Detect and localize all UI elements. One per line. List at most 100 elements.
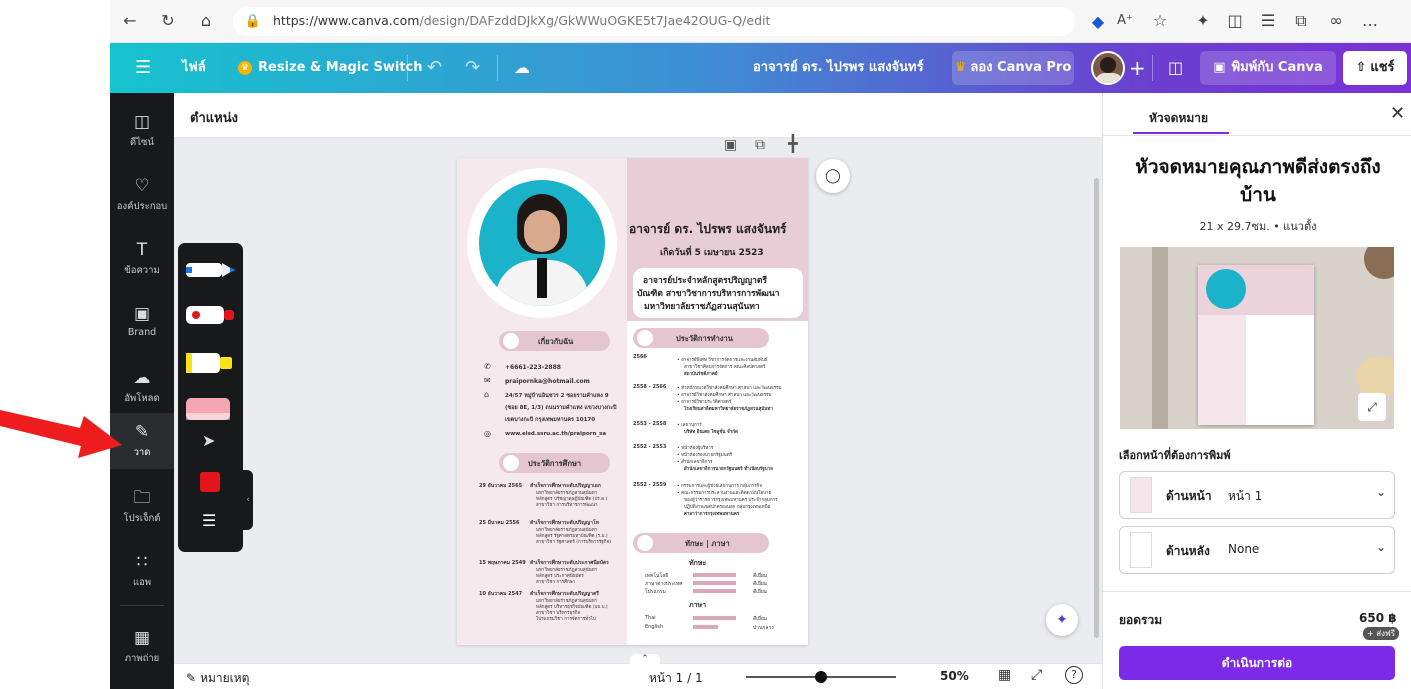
shapes-icon: ♡ bbox=[134, 176, 150, 196]
share-button[interactable]: ⇧ แชร์ bbox=[1343, 51, 1407, 85]
draw-tools-svg bbox=[186, 263, 236, 420]
edu-date: 15 พฤษภาคม 2549 bbox=[479, 560, 526, 566]
copilot-icon[interactable]: ∞ bbox=[1326, 11, 1346, 31]
zoom-percent[interactable]: 50% bbox=[940, 669, 969, 683]
grid-view-icon[interactable]: ▦ bbox=[998, 667, 1011, 683]
pen-tool-icon[interactable] bbox=[186, 263, 236, 277]
comment-add-icon[interactable]: ◯ bbox=[816, 159, 850, 193]
design-title[interactable]: อาจารย์ ดร. ไปรพร แสงจันทร์ bbox=[753, 43, 924, 93]
home-icon[interactable]: ⌂ bbox=[196, 11, 216, 31]
work-line: • คณะกรรมการประสานงานและติดตามนโยบาย bbox=[677, 491, 772, 496]
resume-page[interactable]: อาจารย์ ดร. ไปรพร แสงจันทร์ เกิดวันที่ 5… bbox=[457, 158, 808, 645]
sidebar-item-design[interactable]: ◫ ดีไซน์ bbox=[110, 101, 174, 165]
language-level-bar bbox=[693, 616, 736, 620]
back-label: ด้านหลัง bbox=[1166, 544, 1210, 558]
resize-magic-switch-button[interactable]: ♛ Resize & Magic Switch bbox=[238, 43, 423, 93]
work-line: ศาลาว่าการกรุงเทพมหานคร bbox=[684, 512, 740, 517]
more-menu-icon[interactable]: … bbox=[1360, 11, 1380, 31]
vertical-scrollbar[interactable] bbox=[1094, 178, 1099, 638]
url-path: /design/DAFzddDJkXg/GkWWuOGKE5t7Jae42OUG… bbox=[419, 13, 771, 28]
file-menu[interactable]: ไฟล์ bbox=[182, 43, 206, 93]
work-line: บริษัท อินเตอ ไซลูชั่น จำกัด bbox=[684, 430, 738, 435]
reload-icon[interactable]: ↻ bbox=[158, 11, 178, 31]
diamond-icon[interactable]: ◆ bbox=[1088, 12, 1108, 32]
skill-name: โปรแกรม bbox=[645, 589, 666, 595]
back-page-select[interactable]: ด้านหลัง None ⌄ bbox=[1119, 526, 1395, 574]
highlighter-tool-icon[interactable] bbox=[186, 353, 232, 373]
split-screen-icon[interactable]: ◫ bbox=[1225, 11, 1245, 31]
skill-level: ดีเยี่ยม bbox=[753, 573, 768, 579]
notes-button[interactable]: ✎ หมายเหตุ bbox=[186, 669, 249, 688]
work-line: สถาบันรัชต์ภาคย์ bbox=[684, 372, 718, 377]
product-preview-image bbox=[1120, 247, 1394, 429]
eraser-tool-icon[interactable] bbox=[186, 398, 230, 420]
skills-subheading: ทักษะ bbox=[689, 559, 707, 567]
select-arrow-icon[interactable]: ➤ bbox=[202, 431, 215, 450]
phone-text: +6661-223-2888 bbox=[505, 364, 561, 371]
briefcase-icon bbox=[637, 330, 653, 346]
sidebar-item-elements[interactable]: ♡ องค์ประกอบ bbox=[110, 165, 174, 229]
help-icon[interactable]: ? bbox=[1065, 666, 1083, 684]
extension-icon[interactable]: ✦ bbox=[1193, 11, 1213, 31]
duplicate-page-icon[interactable]: ⧉ bbox=[755, 137, 765, 153]
text-icon: T bbox=[136, 240, 148, 260]
lock-icon[interactable]: 🔒 bbox=[243, 12, 263, 32]
back-arrow-icon[interactable]: ← bbox=[120, 11, 140, 31]
hamburger-menu-icon[interactable]: ☰ bbox=[135, 43, 151, 93]
redo-icon[interactable]: ↷ bbox=[465, 43, 480, 93]
favorite-star-icon[interactable]: ☆ bbox=[1150, 11, 1170, 31]
page-indicator[interactable]: หน้า 1 / 1 bbox=[649, 669, 703, 688]
expand-preview-icon[interactable]: ⤢ bbox=[1358, 393, 1386, 421]
crown-icon: ♛ bbox=[238, 60, 252, 75]
tab-letterhead[interactable]: หัวจดหมาย bbox=[1149, 109, 1208, 128]
draw-pen-icon: ✎ bbox=[134, 422, 150, 442]
close-icon[interactable]: ✕ bbox=[1390, 103, 1405, 124]
print-with-canva-button[interactable]: ▣ พิมพ์กับ Canva bbox=[1200, 51, 1336, 85]
sidebar-item-projects[interactable]: 🗀 โปรเจ็กต์ bbox=[110, 477, 174, 541]
red-arrow-annotation bbox=[0, 410, 122, 458]
profile-photo bbox=[479, 180, 605, 306]
undo-icon[interactable]: ↶ bbox=[427, 43, 442, 93]
continue-button[interactable]: ดำเนินการต่อ bbox=[1119, 646, 1395, 680]
truck-icon: ▣ bbox=[1213, 60, 1226, 75]
avatar[interactable] bbox=[1091, 51, 1125, 85]
skill-level-bar bbox=[693, 573, 736, 577]
zoom-slider-thumb[interactable] bbox=[815, 671, 827, 683]
front-page-select[interactable]: ด้านหน้า หน้า 1 ⌄ bbox=[1119, 471, 1395, 519]
work-year: 2558 - 2566 bbox=[633, 384, 667, 390]
notes-pen-icon: ✎ bbox=[186, 671, 197, 685]
favorites-icon[interactable]: ☰ bbox=[1258, 11, 1278, 31]
collapse-panel-handle[interactable]: ‹ bbox=[243, 470, 253, 530]
collections-icon[interactable]: ⧉ bbox=[1291, 11, 1311, 31]
total-price: 650 ฿ bbox=[1359, 611, 1397, 625]
upload-cloud-icon: ☁ bbox=[133, 368, 151, 388]
sidebar-item-photos[interactable]: ▦ ภาพถ่าย bbox=[110, 617, 174, 681]
lock-page-icon[interactable]: ▣ bbox=[724, 137, 737, 153]
sidebar-item-brand[interactable]: ▣ Brand bbox=[110, 293, 174, 357]
language-name: English bbox=[645, 624, 664, 630]
language-level: ดีเยี่ยม bbox=[753, 616, 768, 622]
product-spec: 21 x 29.7ซม. • แนวตั้ง bbox=[1199, 220, 1317, 233]
resume-name: อาจารย์ ดร. ไปรพร แสงจันทร์ bbox=[629, 222, 787, 236]
chevron-down-icon: ⌄ bbox=[1376, 485, 1387, 499]
sidebar-item-text[interactable]: T ข้อความ bbox=[110, 229, 174, 293]
product-title: หัวจดหมายคุณภาพดีส่งตรงถึงบ้าน bbox=[1135, 156, 1381, 206]
fullscreen-icon[interactable]: ⤢ bbox=[1031, 667, 1042, 683]
marker-tool-icon[interactable] bbox=[186, 306, 234, 324]
insights-chart-icon[interactable]: ◫ bbox=[1168, 43, 1183, 93]
stroke-weight-icon[interactable]: ☰ bbox=[202, 511, 216, 530]
read-aloud-icon[interactable]: A⁺ bbox=[1115, 11, 1135, 31]
work-line: โรงเรียนสาธิตมหาวิทยาลัยราชภัฏสวนสุนันทา bbox=[684, 407, 773, 412]
chevron-up-icon[interactable]: ⌃ bbox=[630, 654, 660, 666]
add-collaborator-icon[interactable]: + bbox=[1129, 43, 1146, 93]
magic-sparkle-icon[interactable]: ✦ bbox=[1046, 604, 1078, 636]
address-bar[interactable]: 🔒 https://www.canva.com/design/DAFzddDJk… bbox=[233, 7, 1104, 36]
add-page-icon[interactable]: ╋ bbox=[788, 134, 798, 153]
globe-icon: ◎ bbox=[484, 429, 491, 438]
resume-birth: เกิดวันที่ 5 เมษายน 2523 bbox=[660, 248, 764, 258]
sidebar-item-apps[interactable]: ∷ แอพ bbox=[110, 541, 174, 605]
try-canva-pro-button[interactable]: ♛ ลอง Canva Pro bbox=[952, 51, 1074, 85]
position-button[interactable]: ตำแหน่ง bbox=[190, 107, 238, 128]
color-swatch[interactable] bbox=[200, 472, 220, 492]
cloud-saved-icon[interactable]: ☁ bbox=[514, 43, 530, 93]
